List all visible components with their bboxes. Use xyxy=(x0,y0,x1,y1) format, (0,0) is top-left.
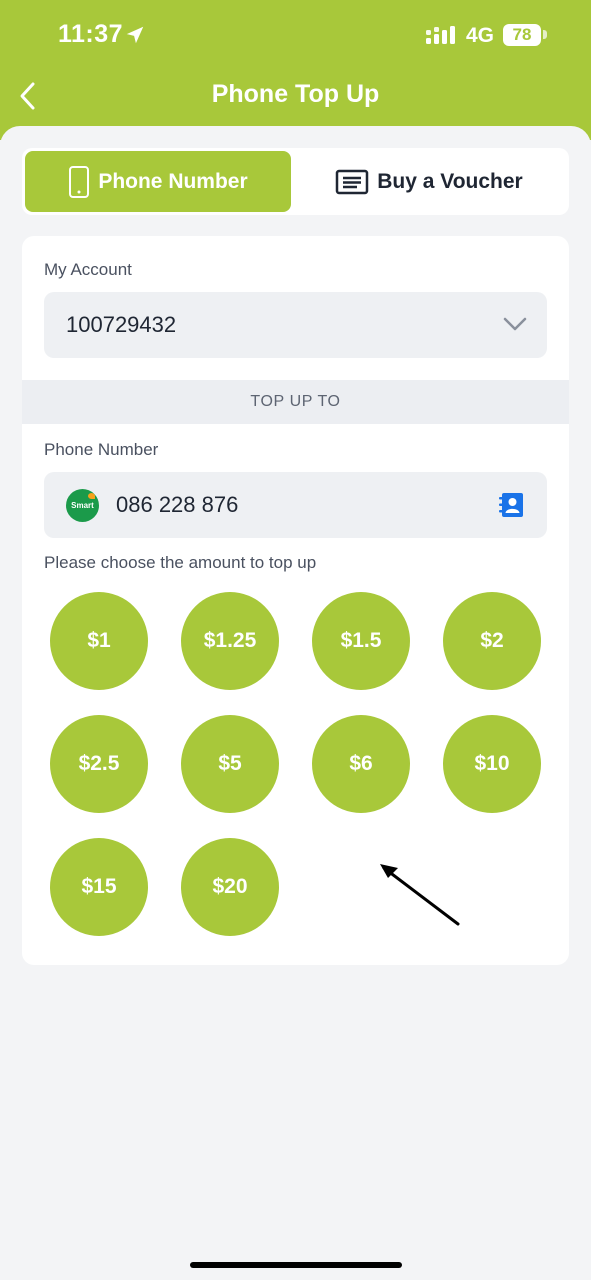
status-time: 11:37 xyxy=(58,20,124,48)
amount-button[interactable]: $6 xyxy=(312,715,410,813)
amount-button[interactable]: $1.5 xyxy=(312,592,410,690)
tab-phone-number-label: Phone Number xyxy=(98,169,248,193)
amount-button[interactable]: $5 xyxy=(181,715,279,813)
signal-icon xyxy=(426,26,455,44)
tab-phone-number[interactable]: Phone Number xyxy=(25,151,291,212)
amount-prompt: Please choose the amount to top up xyxy=(44,553,317,572)
phone-number-value: 086 228 876 xyxy=(116,492,239,517)
amount-button[interactable]: $20 xyxy=(181,838,279,936)
annotation-arrow-icon xyxy=(380,864,460,926)
carrier-logo: Smart xyxy=(66,489,99,522)
voucher-icon xyxy=(336,169,369,194)
carrier-name: Smart xyxy=(71,501,94,510)
top-up-to-divider: TOP UP TO xyxy=(22,380,569,424)
tab-bar: Phone Number Buy a Voucher xyxy=(22,148,569,215)
amount-button[interactable]: $10 xyxy=(443,715,541,813)
battery-tip xyxy=(543,30,547,39)
top-up-card: My Account 100729432 TOP UP TO Phone Num… xyxy=(22,236,569,965)
amount-button[interactable]: $2.5 xyxy=(50,715,148,813)
amount-button[interactable]: $1 xyxy=(50,592,148,690)
account-value: 100729432 xyxy=(66,312,177,337)
battery-indicator: 78 xyxy=(503,24,541,46)
my-account-label: My Account xyxy=(44,260,132,279)
phone-number-field[interactable]: Smart 086 228 876 xyxy=(44,472,547,538)
amount-button[interactable]: $1.25 xyxy=(181,592,279,690)
home-indicator[interactable] xyxy=(190,1262,402,1268)
tab-buy-voucher[interactable]: Buy a Voucher xyxy=(292,151,566,212)
contact-book-icon[interactable] xyxy=(499,492,525,518)
status-bar: 11:37 4G 78 xyxy=(0,0,591,70)
account-select[interactable]: 100729432 xyxy=(44,292,547,358)
chevron-down-icon xyxy=(503,317,527,331)
page-title: Phone Top Up xyxy=(211,80,380,108)
phone-number-label: Phone Number xyxy=(44,440,159,459)
location-arrow-icon xyxy=(126,26,144,44)
amount-button[interactable]: $2 xyxy=(443,592,541,690)
network-label: 4G xyxy=(466,24,495,47)
amount-button[interactable]: $15 xyxy=(50,838,148,936)
tab-buy-voucher-label: Buy a Voucher xyxy=(377,169,523,193)
mobile-phone-icon xyxy=(69,165,90,198)
